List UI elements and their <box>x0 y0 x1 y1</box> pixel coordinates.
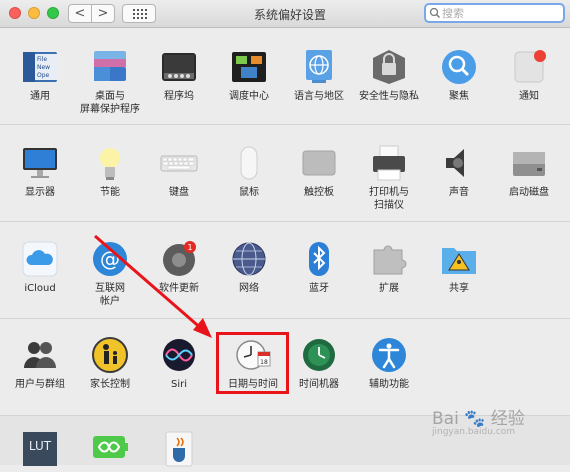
watermark-url: jingyan.baidu.com <box>432 427 516 437</box>
watermark-suffix: 经验 <box>490 409 525 429</box>
paw-icon: 🐾 <box>464 409 486 429</box>
watermark-brand: Bai <box>432 409 459 429</box>
pointer-arrow <box>94 234 212 338</box>
baidu-watermark: Bai 🐾 经验 jingyan.baidu.com <box>432 404 562 438</box>
